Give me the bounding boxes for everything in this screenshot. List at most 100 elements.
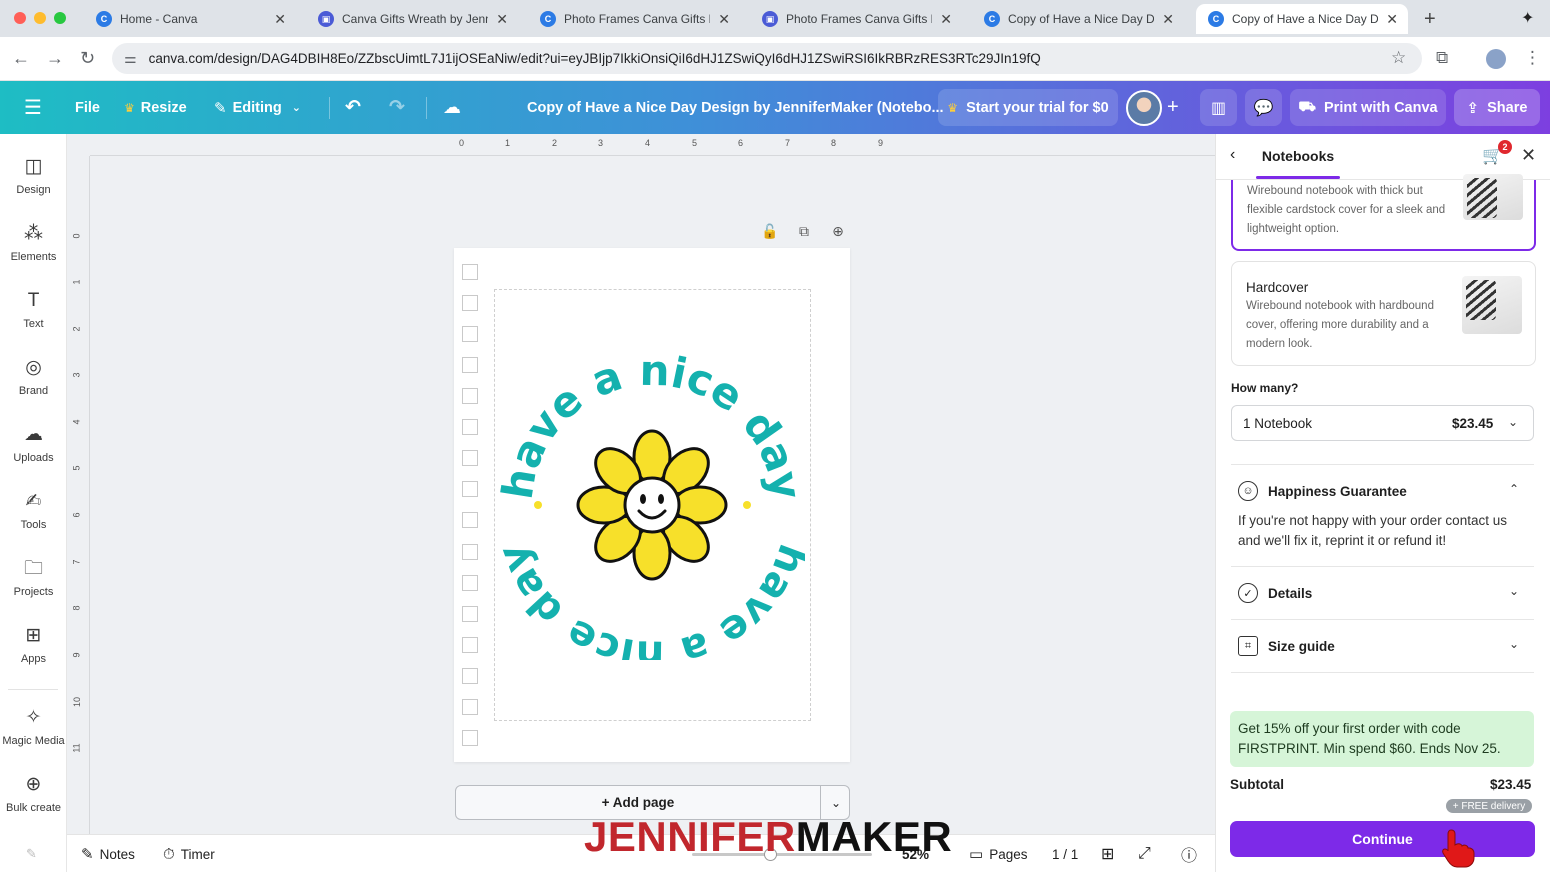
- upload-icon: ☁: [24, 424, 43, 445]
- design-checkbox[interactable]: [462, 450, 478, 466]
- design-checkbox[interactable]: [462, 357, 478, 373]
- free-delivery-badge: + FREE delivery: [1446, 799, 1532, 813]
- rail-item-magic-media[interactable]: ✧ Magic Media: [0, 707, 67, 767]
- close-tab-icon[interactable]: ✕: [940, 11, 952, 28]
- timer-button[interactable]: ⏱ Timer: [163, 835, 215, 872]
- maximize-window-button[interactable]: [54, 12, 66, 24]
- design-checkbox[interactable]: [462, 699, 478, 715]
- design-checkbox[interactable]: [462, 668, 478, 684]
- rail-item-bulk-create[interactable]: ⊕ Bulk create: [0, 774, 67, 834]
- undo-icon[interactable]: ↶: [345, 81, 361, 134]
- close-window-button[interactable]: [14, 12, 26, 24]
- more-icon[interactable]: ⋮: [1524, 48, 1541, 68]
- grid-view-icon[interactable]: ⊞: [1101, 835, 1114, 872]
- design-checkbox[interactable]: [462, 388, 478, 404]
- rail-item-brand[interactable]: ◎ Brand: [0, 357, 67, 417]
- design-checkbox[interactable]: [462, 637, 478, 653]
- reload-icon[interactable]: ↻: [80, 48, 95, 69]
- ruler-number: 5: [692, 138, 698, 148]
- forward-icon[interactable]: →: [46, 48, 64, 69]
- browser-tab[interactable]: C Photo Frames Canva Gifts by ✕: [528, 4, 740, 34]
- design-checkbox[interactable]: [462, 481, 478, 497]
- new-tab-icon[interactable]: +: [1424, 8, 1436, 31]
- design-checkbox[interactable]: [462, 544, 478, 560]
- browser-tab[interactable]: ▣ Canva Gifts Wreath by Jennif ✕: [306, 4, 518, 34]
- file-menu-button[interactable]: File: [75, 81, 100, 134]
- close-tab-icon[interactable]: ✕: [1162, 11, 1174, 28]
- user-avatar[interactable]: [1126, 90, 1162, 126]
- hamburger-menu-icon[interactable]: ☰: [24, 81, 42, 134]
- quantity-label: 1 Notebook: [1243, 416, 1313, 431]
- design-checkbox[interactable]: [462, 326, 478, 342]
- cast-icon[interactable]: ⧉: [1436, 48, 1448, 68]
- design-checkbox[interactable]: [462, 264, 478, 280]
- minimize-window-button[interactable]: [34, 12, 46, 24]
- add-collaborator-icon[interactable]: +: [1167, 81, 1179, 134]
- editing-mode-button[interactable]: ✎ Editing ⌄: [214, 81, 301, 134]
- add-page-icon[interactable]: ⊕: [829, 222, 847, 240]
- chevron-up-icon[interactable]: ⌃: [1509, 482, 1519, 496]
- option-softcover[interactable]: Wirebound notebook with thick but flexib…: [1231, 174, 1536, 251]
- chevron-down-icon[interactable]: ⌄: [1509, 584, 1519, 598]
- lock-icon[interactable]: 🔓: [761, 222, 779, 240]
- happiness-guarantee-header[interactable]: ☺ Happiness Guarantee: [1238, 479, 1407, 503]
- rail-item-tools[interactable]: ✍ Tools: [0, 491, 67, 551]
- toolbar-divider: [426, 97, 427, 119]
- rail-item-text[interactable]: T Text: [0, 290, 67, 350]
- comment-icon[interactable]: 💬: [1245, 89, 1282, 126]
- star-icon[interactable]: ☆: [1391, 48, 1406, 68]
- magic-icon: ✧: [25, 707, 42, 728]
- close-tab-icon[interactable]: ✕: [274, 11, 286, 28]
- have-a-nice-day-artwork[interactable]: have a nice day have a nice day: [500, 350, 805, 660]
- continue-button[interactable]: Continue: [1230, 821, 1535, 857]
- design-checkbox[interactable]: [462, 295, 478, 311]
- redo-icon[interactable]: ↷: [389, 81, 405, 134]
- help-icon[interactable]: ⓘ: [1181, 835, 1197, 872]
- design-checkbox[interactable]: [462, 419, 478, 435]
- smile-icon: ☺: [1238, 481, 1258, 501]
- document-title[interactable]: Copy of Have a Nice Day Design by Jennif…: [527, 81, 944, 134]
- browser-tab[interactable]: C Home - Canva ✕: [84, 4, 296, 34]
- print-with-canva-button[interactable]: ⛟ Print with Canva: [1290, 89, 1446, 126]
- rail-item-elements[interactable]: ⁂ Elements: [0, 223, 67, 283]
- design-checkbox[interactable]: [462, 512, 478, 528]
- profile-icon[interactable]: [1486, 49, 1506, 69]
- close-tab-icon[interactable]: ✕: [1386, 11, 1398, 28]
- rail-item-projects[interactable]: 🗀 Projects: [0, 558, 67, 618]
- folder-icon: 🗀: [23, 558, 43, 579]
- size-guide-header[interactable]: ⌗ Size guide: [1238, 634, 1335, 658]
- browser-tab[interactable]: C Copy of Have a Nice Day Des ✕: [972, 4, 1184, 34]
- fullscreen-icon[interactable]: ⤢: [1138, 835, 1151, 872]
- duplicate-page-icon[interactable]: ⧉: [795, 222, 813, 240]
- design-checkbox[interactable]: [462, 606, 478, 622]
- analytics-icon[interactable]: ▥: [1200, 89, 1237, 126]
- design-checkbox[interactable]: [462, 575, 478, 591]
- share-button[interactable]: ⇪ Share: [1454, 89, 1540, 126]
- close-tab-icon[interactable]: ✕: [718, 11, 730, 28]
- option-hardcover[interactable]: Hardcover Wirebound notebook with hardbo…: [1231, 261, 1536, 366]
- close-icon[interactable]: ✕: [1521, 145, 1536, 166]
- rail-item-design[interactable]: ◫ Design: [0, 156, 67, 216]
- cloud-saved-icon[interactable]: ☁: [443, 81, 461, 134]
- pages-button[interactable]: ▭ Pages: [969, 835, 1027, 872]
- start-trial-button[interactable]: ♛ Start your trial for $0: [938, 89, 1118, 126]
- browser-tab-active[interactable]: C Copy of Have a Nice Day Des ✕: [1196, 4, 1408, 34]
- tune-icon[interactable]: ⚌: [124, 50, 137, 67]
- gemini-spark-icon[interactable]: ✦: [1521, 8, 1534, 28]
- url-field[interactable]: ⚌ canva.com/design/DAG4DBIH8Eo/ZZbscUimt…: [112, 43, 1422, 74]
- notes-button[interactable]: ✎ Notes: [81, 835, 135, 872]
- quantity-select[interactable]: 1 Notebook $23.45 ⌄: [1231, 405, 1534, 441]
- details-header[interactable]: ✓ Details: [1238, 581, 1312, 605]
- design-checkbox[interactable]: [462, 730, 478, 746]
- back-chevron-icon[interactable]: ‹: [1230, 146, 1235, 164]
- browser-tab[interactable]: ▣ Photo Frames Canva Gifts by ✕: [750, 4, 962, 34]
- tab-notebooks[interactable]: Notebooks: [1256, 148, 1340, 164]
- back-icon[interactable]: ←: [12, 48, 30, 69]
- rail-item-uploads[interactable]: ☁ Uploads: [0, 424, 67, 484]
- chevron-down-icon[interactable]: ⌄: [1509, 637, 1519, 651]
- bulk-icon: ⊕: [25, 774, 42, 795]
- rail-item-apps[interactable]: ⊞ Apps: [0, 625, 67, 685]
- collapse-rail-icon[interactable]: ✎: [26, 846, 37, 862]
- close-tab-icon[interactable]: ✕: [496, 11, 508, 28]
- resize-button[interactable]: ♛ Resize: [124, 81, 187, 134]
